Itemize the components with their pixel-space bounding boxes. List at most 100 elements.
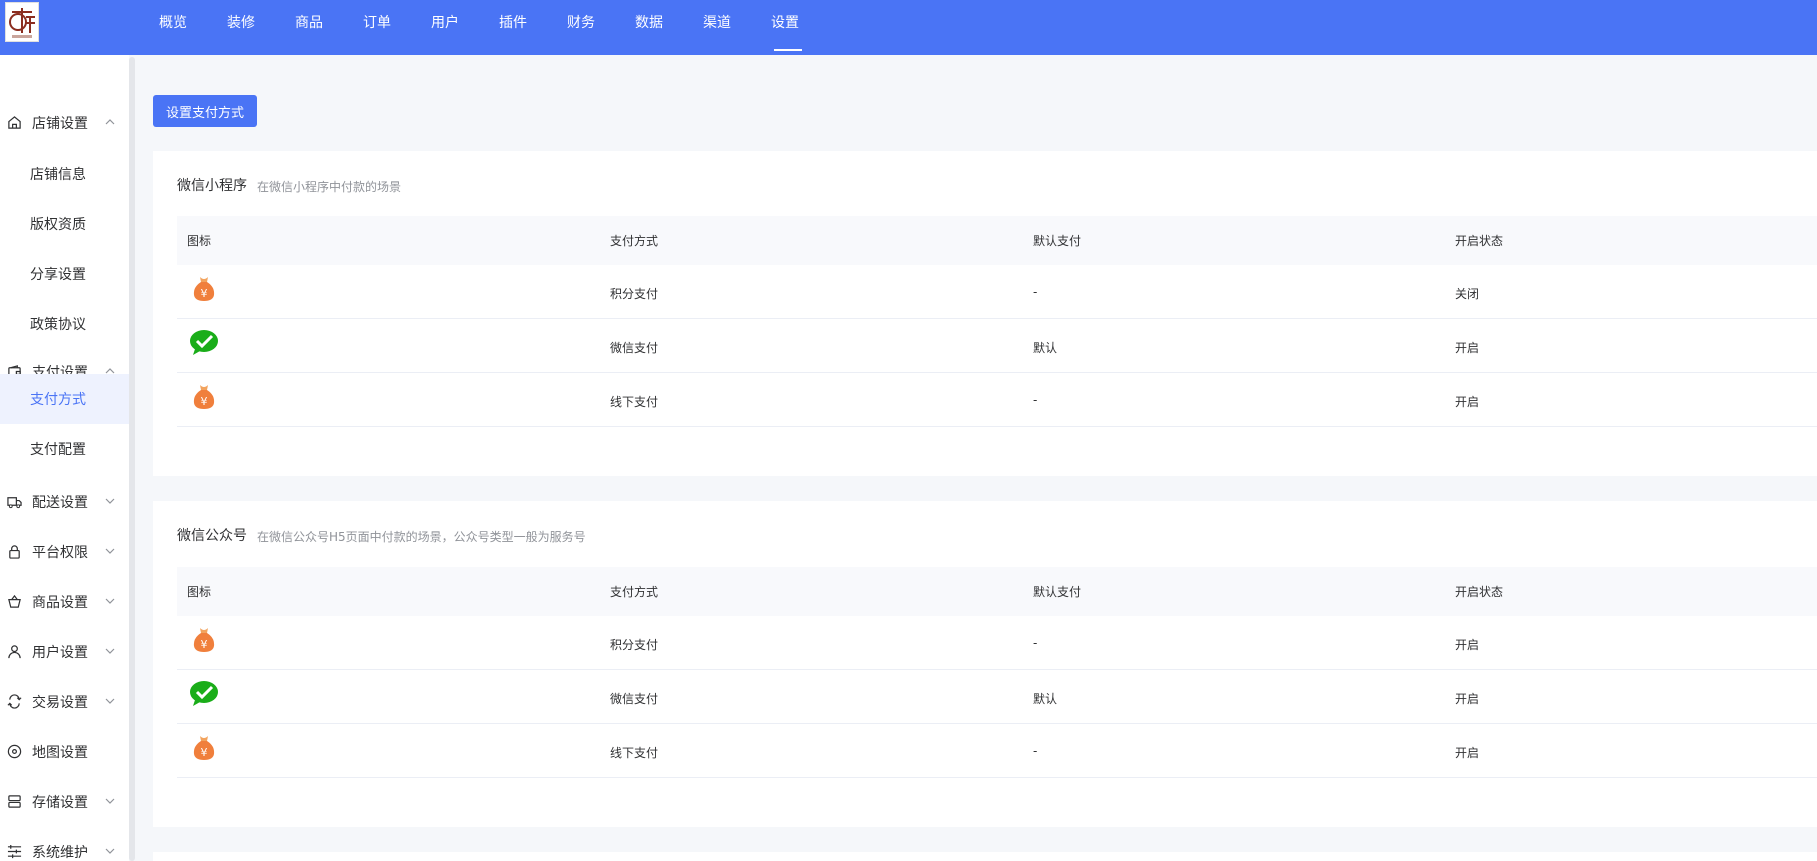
column-header: 图标 — [187, 585, 212, 599]
status-text: 开启 — [1455, 746, 1480, 760]
chevron-down-icon — [105, 798, 115, 804]
section-title: 微信公众号 — [177, 528, 247, 544]
chevron-down-icon — [105, 698, 115, 704]
sidebar-scrollbar[interactable] — [129, 57, 135, 861]
money-bag-icon: ¥ — [193, 736, 215, 760]
sidebar-group-label: 存储设置 — [32, 795, 88, 811]
sidebar-item-payment-methods[interactable]: 支付方式 — [0, 374, 135, 424]
logo[interactable] — [5, 2, 39, 42]
section-title: 微信小程序 — [177, 178, 247, 194]
sidebar-item-payment-config[interactable]: 支付配置 — [0, 424, 135, 474]
sidebar-group-permissions[interactable]: 平台权限 — [0, 531, 129, 571]
chevron-down-icon — [105, 648, 115, 654]
sidebar-group-goods[interactable]: 商品设置 — [0, 581, 129, 621]
chevron-down-icon — [105, 848, 115, 854]
storage-icon — [8, 795, 21, 808]
status-text: 开启 — [1455, 395, 1480, 409]
money-bag-icon: ¥ — [193, 628, 215, 652]
nav-decoration[interactable]: 装修 — [207, 0, 275, 55]
sidebar: 店铺设置 店铺信息 版权资质 分享设置 政策协议 支付设置 支付方式 支付配置 … — [0, 55, 135, 861]
sidebar-group-label: 地图设置 — [32, 745, 88, 761]
exchange-icon — [7, 694, 22, 709]
set-payment-method-button[interactable]: 设置支付方式 — [153, 95, 257, 127]
table-header: 图标 支付方式 默认支付 开启状态 — [177, 216, 1817, 265]
sidebar-group-trade[interactable]: 交易设置 — [0, 681, 129, 721]
sidebar-group-label: 系统维护 — [32, 845, 88, 861]
sidebar-item-label: 分享设置 — [30, 267, 86, 283]
status-text: 开启 — [1455, 638, 1480, 652]
user-icon — [8, 645, 21, 659]
nav-finance[interactable]: 财务 — [547, 0, 615, 55]
table-row: 微信支付 默认 开启 — [177, 319, 1817, 373]
map-pin-icon — [7, 744, 22, 759]
money-bag-icon: ¥ — [193, 277, 215, 301]
nav-channels[interactable]: 渠道 — [683, 0, 751, 55]
chevron-down-icon — [105, 548, 115, 554]
nav-plugins[interactable]: 插件 — [479, 0, 547, 55]
list-icon — [7, 844, 22, 859]
column-header: 默认支付 — [1033, 234, 1082, 248]
sidebar-item-label: 政策协议 — [30, 317, 86, 333]
table-row: ¥ 积分支付 - 开启 — [177, 616, 1817, 670]
status-text: 开启 — [1455, 692, 1480, 706]
table-header: 图标 支付方式 默认支付 开启状态 — [177, 567, 1817, 616]
column-header: 图标 — [187, 234, 212, 248]
payment-method: 微信支付 — [610, 341, 659, 355]
table-row: ¥ 线下支付 - 开启 — [177, 373, 1817, 427]
basket-icon — [8, 594, 21, 608]
sidebar-group-delivery[interactable]: 配送设置 — [0, 481, 129, 521]
column-header: 支付方式 — [610, 585, 659, 599]
payment-method: 微信支付 — [610, 692, 659, 706]
payment-section-mini-program: 微信小程序 在微信小程序中付款的场景 图标 支付方式 默认支付 开启状态 ¥ 积… — [153, 151, 1817, 476]
default-payment: - — [1033, 393, 1038, 407]
payment-method: 线下支付 — [610, 395, 659, 409]
sidebar-group-storage[interactable]: 存储设置 — [0, 781, 129, 821]
default-payment: 默认 — [1033, 692, 1058, 706]
section-description: 在微信小程序中付款的场景 — [257, 180, 402, 194]
table-row: ¥ 积分支付 - 关闭 — [177, 265, 1817, 319]
payment-method: 线下支付 — [610, 746, 659, 760]
sidebar-group-shop[interactable]: 店铺设置 — [0, 102, 129, 142]
nav-users[interactable]: 用户 — [411, 0, 479, 55]
column-header: 支付方式 — [610, 234, 659, 248]
sidebar-group-label: 店铺设置 — [32, 116, 88, 132]
lock-icon — [9, 545, 20, 559]
nav-orders[interactable]: 订单 — [343, 0, 411, 55]
payment-section-official-account: 微信公众号 在微信公众号H5页面中付款的场景，公众号类型一般为服务号 图标 支付… — [153, 501, 1817, 827]
sidebar-group-users[interactable]: 用户设置 — [0, 631, 129, 671]
sidebar-group-label: 配送设置 — [32, 495, 88, 511]
sidebar-item-label: 支付配置 — [30, 442, 86, 458]
sidebar-group-map[interactable]: 地图设置 — [0, 731, 129, 771]
default-payment: - — [1033, 744, 1038, 758]
column-header: 默认支付 — [1033, 585, 1082, 599]
top-navbar: 概览 装修 商品 订单 用户 插件 财务 数据 渠道 设置 — [0, 0, 1817, 55]
sidebar-item-copyright[interactable]: 版权资质 — [0, 199, 135, 249]
column-header: 开启状态 — [1455, 585, 1504, 599]
nav-settings[interactable]: 设置 — [751, 0, 819, 55]
sidebar-group-system[interactable]: 系统维护 — [0, 831, 129, 861]
truck-icon — [7, 497, 22, 509]
column-header: 开启状态 — [1455, 234, 1504, 248]
table-row: 微信支付 默认 开启 — [177, 670, 1817, 724]
status-text: 关闭 — [1455, 287, 1480, 301]
sidebar-item-label: 店铺信息 — [30, 167, 86, 183]
money-bag-icon: ¥ — [193, 385, 215, 409]
table-row: ¥ 线下支付 - 开启 — [177, 724, 1817, 778]
sidebar-group-label: 交易设置 — [32, 695, 88, 711]
sidebar-item-policy[interactable]: 政策协议 — [0, 299, 135, 349]
payment-section-next — [153, 852, 1817, 861]
nav-data[interactable]: 数据 — [615, 0, 683, 55]
nav-products[interactable]: 商品 — [275, 0, 343, 55]
payment-method: 积分支付 — [610, 638, 659, 652]
home-icon — [8, 116, 21, 129]
chevron-up-icon — [105, 119, 115, 125]
sidebar-item-label: 版权资质 — [30, 217, 86, 233]
sidebar-item-share[interactable]: 分享设置 — [0, 249, 135, 299]
default-payment: - — [1033, 285, 1038, 299]
top-nav: 概览 装修 商品 订单 用户 插件 财务 数据 渠道 设置 — [139, 0, 819, 55]
sidebar-item-shop-info[interactable]: 店铺信息 — [0, 149, 135, 199]
svg-text:¥: ¥ — [201, 638, 208, 651]
nav-overview[interactable]: 概览 — [139, 0, 207, 55]
svg-text:¥: ¥ — [201, 395, 208, 408]
sidebar-group-label: 用户设置 — [32, 645, 88, 661]
